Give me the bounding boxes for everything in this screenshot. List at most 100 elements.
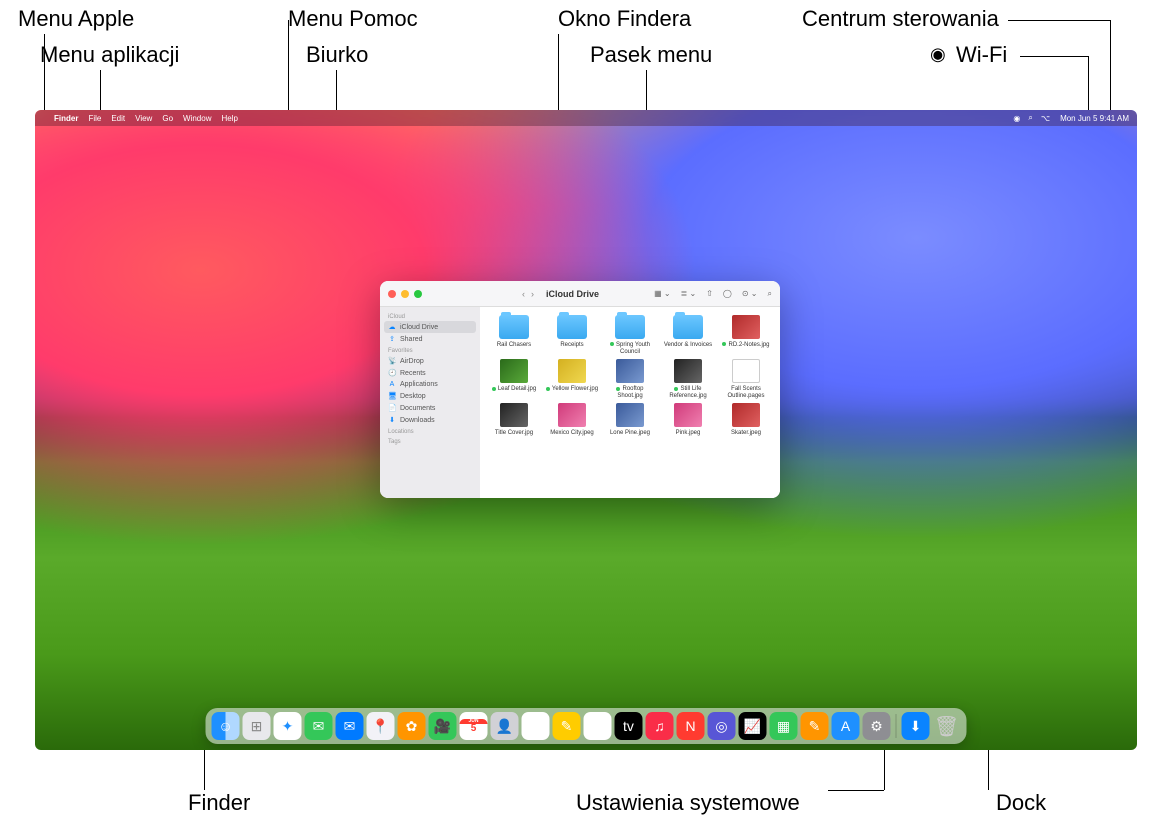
file-thumb <box>616 359 644 383</box>
close-icon[interactable] <box>388 290 396 298</box>
finder-content: Rail ChasersReceiptsSpring Youth Council… <box>480 307 780 498</box>
menu-edit[interactable]: Edit <box>111 114 125 123</box>
menu-view[interactable]: View <box>135 114 152 123</box>
dock-podcasts-icon[interactable]: ◎ <box>708 712 736 740</box>
file-item[interactable]: Pink.jpeg <box>660 403 716 437</box>
dock-messages-icon[interactable]: ✉ <box>305 712 333 740</box>
dock-contacts-icon[interactable]: 👤 <box>491 712 519 740</box>
dock-facetime-icon[interactable]: 🎥 <box>429 712 457 740</box>
dock-reminders-icon[interactable]: ☰ <box>522 712 550 740</box>
file-label: Fall Scents Outline.pages <box>719 386 773 399</box>
sidebar-item-icloud-drive[interactable]: ☁︎iCloud Drive <box>384 321 476 333</box>
menubar-clock[interactable]: Mon Jun 5 9:41 AM <box>1060 114 1129 123</box>
sidebar-item-desktop[interactable]: 🖥Desktop <box>380 390 480 402</box>
sidebar-item-icon: 🖥 <box>388 392 396 400</box>
tag-button[interactable]: ◯ <box>723 289 732 299</box>
callout-finder: Finder <box>188 790 250 816</box>
file-item[interactable]: Still Life Reference.jpg <box>660 359 716 399</box>
share-button[interactable]: ⇧ <box>706 289 713 299</box>
callout-system-settings: Ustawienia systemowe <box>576 790 800 816</box>
file-thumb <box>500 403 528 427</box>
folder-icon <box>673 315 703 339</box>
wifi-status-icon[interactable]: ◉ <box>1013 114 1020 123</box>
dock-separator <box>896 714 897 738</box>
forward-button[interactable]: › <box>529 289 536 299</box>
menu-go[interactable]: Go <box>162 114 173 123</box>
file-item[interactable]: Spring Youth Council <box>602 315 658 355</box>
file-thumb <box>732 403 760 427</box>
file-label: RD.2-Notes.jpg <box>719 342 773 349</box>
sidebar-item-downloads[interactable]: ⬇︎Downloads <box>380 414 480 426</box>
dock-tv-icon[interactable]: tv <box>615 712 643 740</box>
dock-freeform-icon[interactable]: 〰 <box>584 712 612 740</box>
callout-help-menu: Menu Pomoc <box>288 6 418 32</box>
zoom-icon[interactable] <box>414 290 422 298</box>
file-label: Lone Pine.jpeg <box>603 430 657 437</box>
group-button[interactable]: ≣ ⌄ <box>681 289 697 299</box>
folder-icon <box>557 315 587 339</box>
dock-safari-icon[interactable]: ✦ <box>274 712 302 740</box>
dock-notes-icon[interactable]: ✎ <box>553 712 581 740</box>
sidebar-item-label: iCloud Drive <box>400 324 438 331</box>
file-label: Vendor & Invoices <box>661 342 715 349</box>
dock-numbers-icon[interactable]: ▦ <box>770 712 798 740</box>
sidebar-item-icon: 🕘 <box>388 369 396 377</box>
file-thumb <box>558 359 586 383</box>
menu-file[interactable]: File <box>88 114 101 123</box>
dock-pages-icon[interactable]: ✎ <box>801 712 829 740</box>
dock-trash-icon[interactable]: 🗑 <box>933 712 961 740</box>
sidebar-item-documents[interactable]: 📄Documents <box>380 402 480 414</box>
dock-photos-icon[interactable]: ✿ <box>398 712 426 740</box>
sidebar-item-recents[interactable]: 🕘Recents <box>380 367 480 379</box>
menu-window[interactable]: Window <box>183 114 211 123</box>
minimize-icon[interactable] <box>401 290 409 298</box>
view-icons-button[interactable]: ▦ ⌄ <box>654 289 670 299</box>
sidebar-item-shared[interactable]: ⇪Shared <box>380 333 480 345</box>
spotlight-icon[interactable]: ⌕ <box>1028 113 1032 123</box>
file-item[interactable]: Skater.jpeg <box>718 403 774 437</box>
file-label: Mexico City.jpeg <box>545 430 599 437</box>
file-label: Yellow Flower.jpg <box>545 386 599 393</box>
dock-settings-icon[interactable]: ⚙ <box>863 712 891 740</box>
finder-toolbar: ‹ › iCloud Drive ▦ ⌄ ≣ ⌄ ⇧ ◯ ⊙ ⌄ ⌕ <box>380 281 780 307</box>
dock-calendar-icon[interactable]: JUN5 <box>460 712 488 740</box>
file-item[interactable]: Leaf Detail.jpg <box>486 359 542 399</box>
callout-control-center: Centrum sterowania <box>802 6 999 32</box>
file-item[interactable]: Receipts <box>544 315 600 355</box>
file-thumb <box>558 403 586 427</box>
window-controls[interactable] <box>388 290 422 298</box>
app-menu[interactable]: Finder <box>54 114 78 123</box>
dock-music-icon[interactable]: ♫ <box>646 712 674 740</box>
file-item[interactable]: Rooftop Shoot.jpg <box>602 359 658 399</box>
file-item[interactable]: Lone Pine.jpeg <box>602 403 658 437</box>
finder-window: ‹ › iCloud Drive ▦ ⌄ ≣ ⌄ ⇧ ◯ ⊙ ⌄ ⌕ iClou… <box>380 281 780 498</box>
file-item[interactable]: RD.2-Notes.jpg <box>718 315 774 355</box>
file-thumb <box>732 359 760 383</box>
dock-launchpad-icon[interactable]: ⊞ <box>243 712 271 740</box>
dock-finder-icon[interactable]: ☺ <box>212 712 240 740</box>
back-button[interactable]: ‹ <box>520 289 527 299</box>
dock-mail-icon[interactable]: ✉ <box>336 712 364 740</box>
search-icon[interactable]: ⌕ <box>768 289 772 299</box>
desktop: Finder File Edit View Go Window Help ◉ ⌕ ⌥ Mo… <box>35 110 1137 750</box>
sidebar-item-airdrop[interactable]: 📡 AirDrop <box>380 355 480 367</box>
control-center-icon[interactable]: ⌥ <box>1041 114 1050 123</box>
file-label: Rooftop Shoot.jpg <box>603 386 657 399</box>
menu-help[interactable]: Help <box>221 114 237 123</box>
file-item[interactable]: Fall Scents Outline.pages <box>718 359 774 399</box>
file-item[interactable]: Rail Chasers <box>486 315 542 355</box>
file-item[interactable]: Vendor & Invoices <box>660 315 716 355</box>
file-item[interactable]: Mexico City.jpeg <box>544 403 600 437</box>
dock-downloads-icon[interactable]: ⬇ <box>902 712 930 740</box>
file-item[interactable]: Yellow Flower.jpg <box>544 359 600 399</box>
file-item[interactable]: Title Cover.jpg <box>486 403 542 437</box>
file-label: Title Cover.jpg <box>487 430 541 437</box>
sidebar-item-label: AirDrop <box>400 358 424 365</box>
sidebar-item-icon: 📡 <box>388 357 396 365</box>
dock-maps-icon[interactable]: 📍 <box>367 712 395 740</box>
sidebar-item-applications[interactable]: AApplications <box>380 379 480 390</box>
action-button[interactable]: ⊙ ⌄ <box>742 289 758 299</box>
dock-news-icon[interactable]: N <box>677 712 705 740</box>
dock-stocks-icon[interactable]: 📈 <box>739 712 767 740</box>
dock-appstore-icon[interactable]: A <box>832 712 860 740</box>
